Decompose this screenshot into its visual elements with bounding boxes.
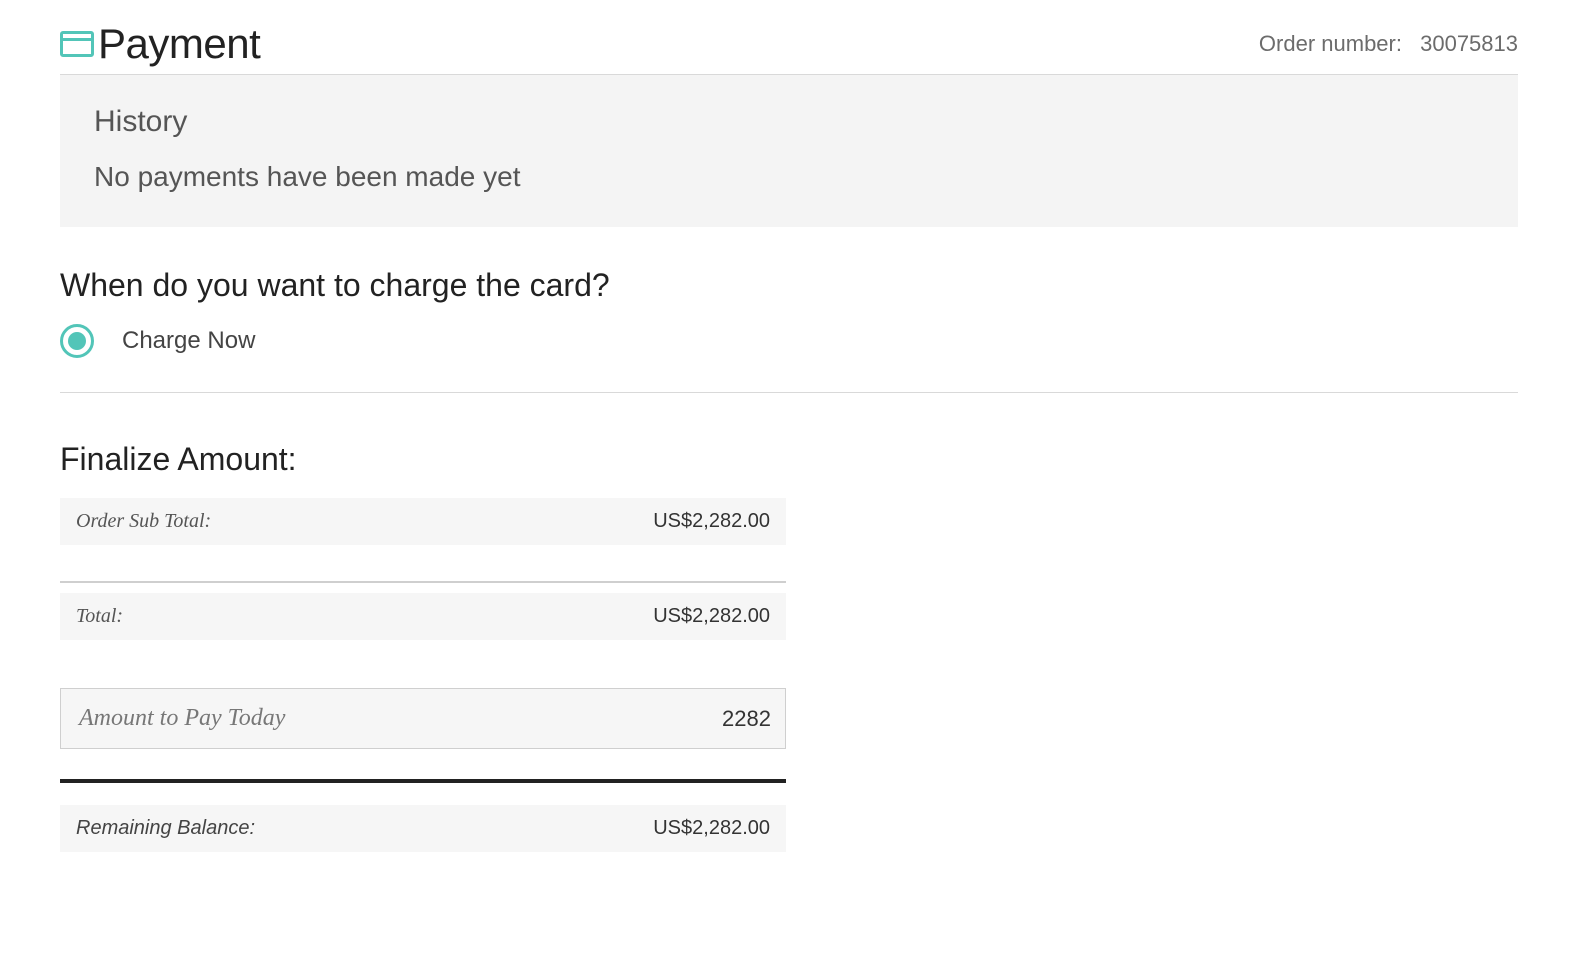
charge-heading: When do you want to charge the card? <box>60 267 1518 304</box>
subtotal-row: Order Sub Total: US$2,282.00 <box>60 498 786 545</box>
order-number-label: Order number: <box>1259 31 1402 56</box>
finalize-heading: Finalize Amount: <box>60 441 1518 478</box>
total-value: US$2,282.00 <box>653 605 770 628</box>
remaining-balance-row: Remaining Balance: US$2,282.00 <box>60 805 786 852</box>
remaining-balance-label: Remaining Balance: <box>76 817 255 840</box>
charge-now-label: Charge Now <box>122 327 255 355</box>
finalize-amount-panel: Order Sub Total: US$2,282.00 Total: US$2… <box>60 498 786 852</box>
order-number: Order number: 30075813 <box>1259 31 1518 57</box>
subtotal-label: Order Sub Total: <box>76 510 211 533</box>
history-title: History <box>94 105 1484 139</box>
page-title: Payment <box>98 20 260 68</box>
total-row: Total: US$2,282.00 <box>60 593 786 640</box>
radio-selected-icon[interactable] <box>60 324 94 358</box>
history-empty-message: No payments have been made yet <box>94 161 1484 193</box>
history-panel: History No payments have been made yet <box>60 75 1518 227</box>
credit-card-icon <box>60 31 94 57</box>
subtotal-value: US$2,282.00 <box>653 510 770 533</box>
section-divider <box>60 392 1518 393</box>
page-header: Payment Order number: 30075813 <box>60 20 1518 75</box>
amount-to-pay-label: Amount to Pay Today <box>79 705 285 732</box>
order-number-value: 30075813 <box>1420 31 1518 56</box>
amount-to-pay-input[interactable] <box>611 706 771 732</box>
charge-now-option[interactable]: Charge Now <box>60 324 1518 358</box>
total-label: Total: <box>76 605 123 628</box>
amount-to-pay-row: Amount to Pay Today <box>60 688 786 749</box>
remaining-balance-value: US$2,282.00 <box>653 817 770 840</box>
